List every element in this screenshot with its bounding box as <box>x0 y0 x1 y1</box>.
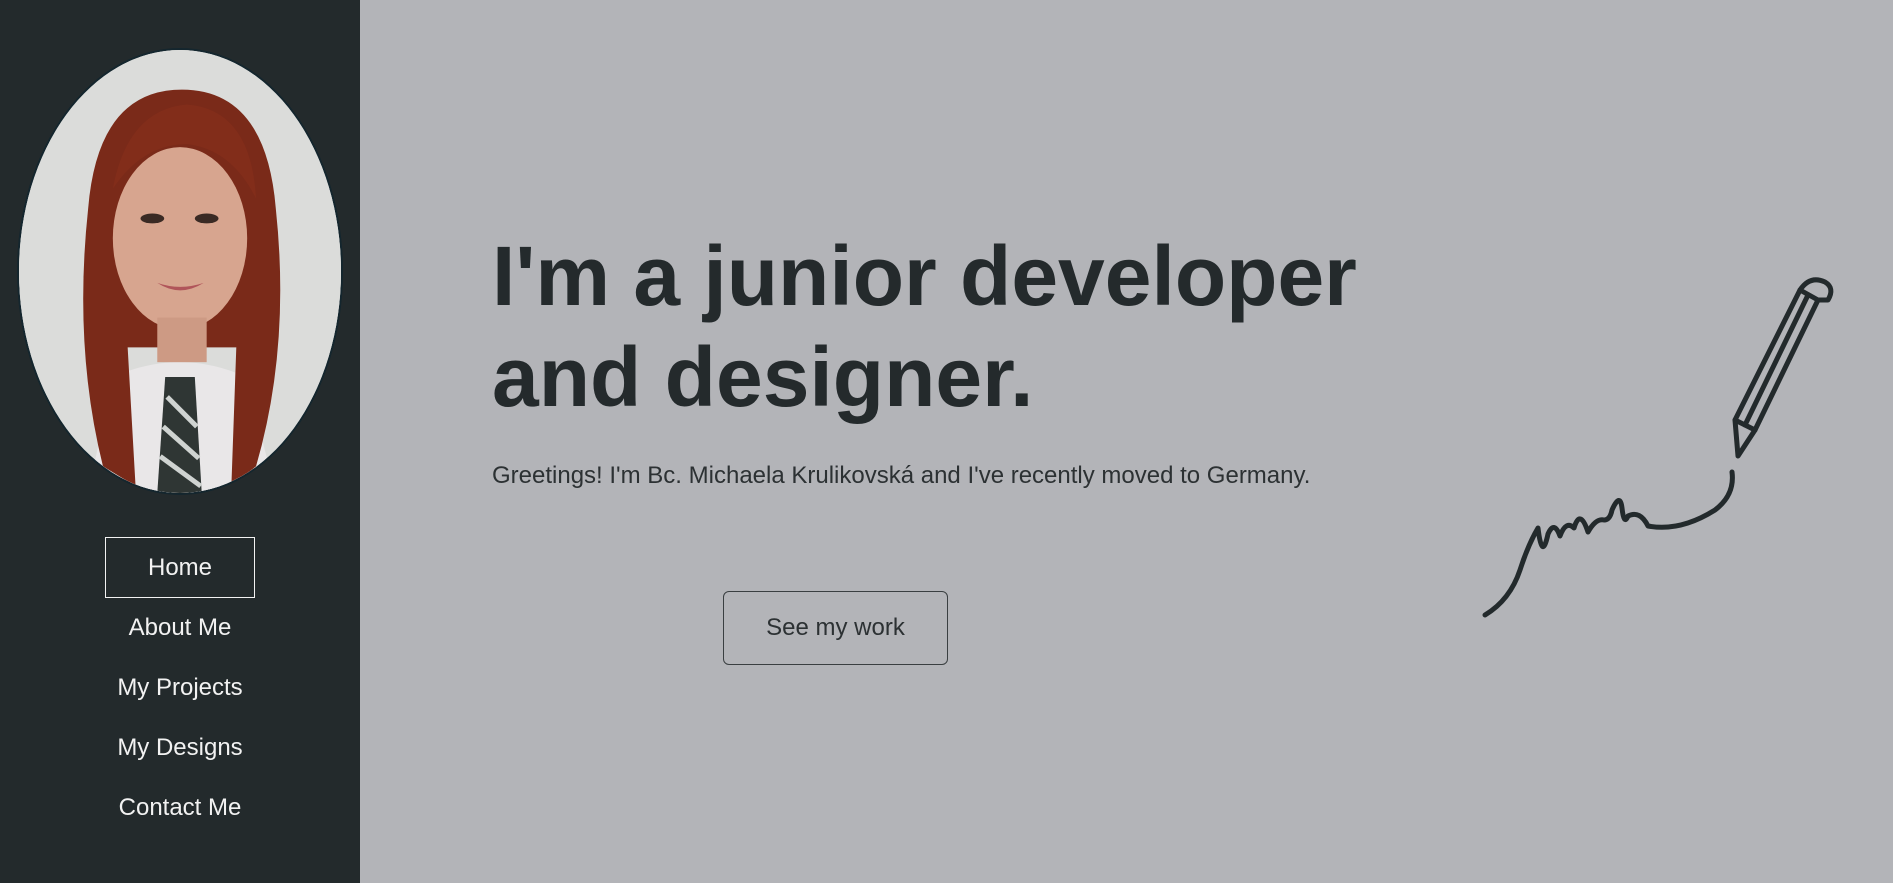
headline-line-1: I'm a junior developer <box>492 229 1357 323</box>
profile-photo <box>17 48 343 495</box>
see-my-work-button[interactable]: See my work <box>723 591 948 665</box>
nav-my-projects[interactable]: My Projects <box>0 658 360 718</box>
profile-photo-image <box>19 50 341 493</box>
sidebar: Home About Me My Projects My Designs Con… <box>0 0 360 883</box>
pencil-signature-icon <box>1482 277 1834 618</box>
nav-my-designs[interactable]: My Designs <box>0 718 360 778</box>
nav-home[interactable]: Home <box>105 537 255 598</box>
hero-intro: Greetings! I'm Bc. Michaela Krulikovská … <box>492 462 1311 489</box>
nav-contact-me[interactable]: Contact Me <box>0 778 360 838</box>
nav-about-me[interactable]: About Me <box>0 598 360 658</box>
headline-line-2: and designer. <box>492 330 1034 424</box>
main-nav: Home About Me My Projects My Designs Con… <box>0 537 360 838</box>
hero-headline: I'm a junior developer and designer. <box>492 226 1472 428</box>
